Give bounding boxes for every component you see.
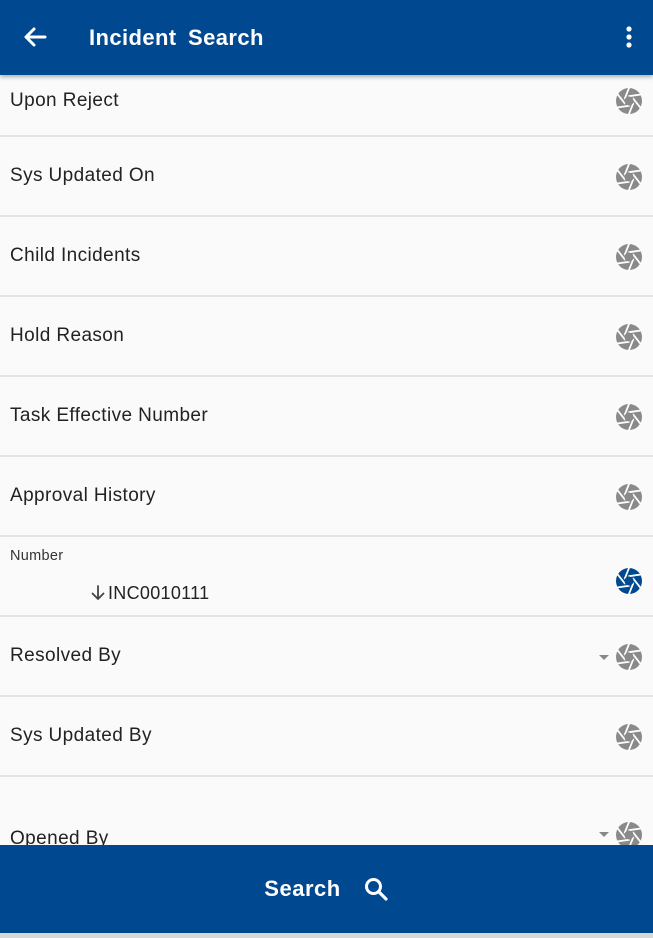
field-task-effective-number[interactable]: Task Effective Number bbox=[0, 377, 653, 457]
aperture-icon[interactable] bbox=[615, 163, 643, 191]
aperture-icon[interactable] bbox=[615, 87, 643, 115]
arrow-down-icon bbox=[91, 585, 105, 600]
aperture-icon[interactable] bbox=[615, 323, 643, 351]
field-label: Number bbox=[10, 548, 64, 564]
field-number[interactable]: Number INC0010111 bbox=[0, 537, 653, 617]
aperture-icon[interactable] bbox=[615, 821, 643, 845]
dropdown-caret-icon[interactable] bbox=[599, 832, 609, 837]
field-label: Upon Reject bbox=[10, 90, 119, 111]
field-approval-history[interactable]: Approval History bbox=[0, 457, 653, 537]
number-input[interactable]: INC0010111 bbox=[90, 581, 209, 605]
field-sys-updated-by[interactable]: Sys Updated By bbox=[0, 697, 653, 777]
back-button[interactable] bbox=[20, 22, 50, 52]
field-label: Sys Updated On bbox=[10, 165, 156, 186]
aperture-icon[interactable] bbox=[615, 643, 643, 671]
aperture-icon[interactable] bbox=[615, 483, 643, 511]
arrow-left-icon bbox=[24, 27, 47, 47]
aperture-icon[interactable] bbox=[615, 243, 643, 271]
bottom-action-bar: Search bbox=[0, 845, 653, 933]
aperture-icon[interactable] bbox=[615, 403, 643, 431]
field-label: Hold Reason bbox=[10, 325, 125, 346]
field-child-incidents[interactable]: Child Incidents bbox=[0, 217, 653, 297]
search-field-list[interactable]: Upon Reject Sys Updated On Child Inciden… bbox=[0, 75, 653, 845]
field-label: Resolved By bbox=[10, 645, 122, 666]
field-label: Child Incidents bbox=[10, 245, 141, 266]
field-upon-reject[interactable]: Upon Reject bbox=[0, 75, 653, 137]
app-bar: Incident Search bbox=[0, 0, 653, 75]
search-button-label: Search bbox=[264, 876, 341, 901]
field-value: INC0010111 bbox=[108, 582, 210, 603]
aperture-icon[interactable] bbox=[615, 567, 643, 595]
field-opened-by[interactable]: Opened By bbox=[0, 777, 653, 845]
more-vertical-icon bbox=[626, 26, 632, 48]
field-hold-reason[interactable]: Hold Reason bbox=[0, 297, 653, 377]
aperture-icon[interactable] bbox=[615, 723, 643, 751]
field-label: Approval History bbox=[10, 485, 156, 506]
search-icon bbox=[364, 878, 388, 901]
field-sys-updated-on[interactable]: Sys Updated On bbox=[0, 137, 653, 217]
dropdown-caret-icon[interactable] bbox=[599, 655, 609, 660]
field-resolved-by[interactable]: Resolved By bbox=[0, 617, 653, 697]
overflow-menu-button[interactable] bbox=[618, 22, 640, 52]
field-label: Opened By bbox=[10, 828, 109, 845]
field-label: Sys Updated By bbox=[10, 725, 152, 746]
field-label: Task Effective Number bbox=[10, 405, 209, 426]
page-title: Incident Search bbox=[89, 25, 264, 50]
bottom-divider bbox=[0, 933, 653, 938]
search-button[interactable]: Search bbox=[244, 845, 408, 933]
